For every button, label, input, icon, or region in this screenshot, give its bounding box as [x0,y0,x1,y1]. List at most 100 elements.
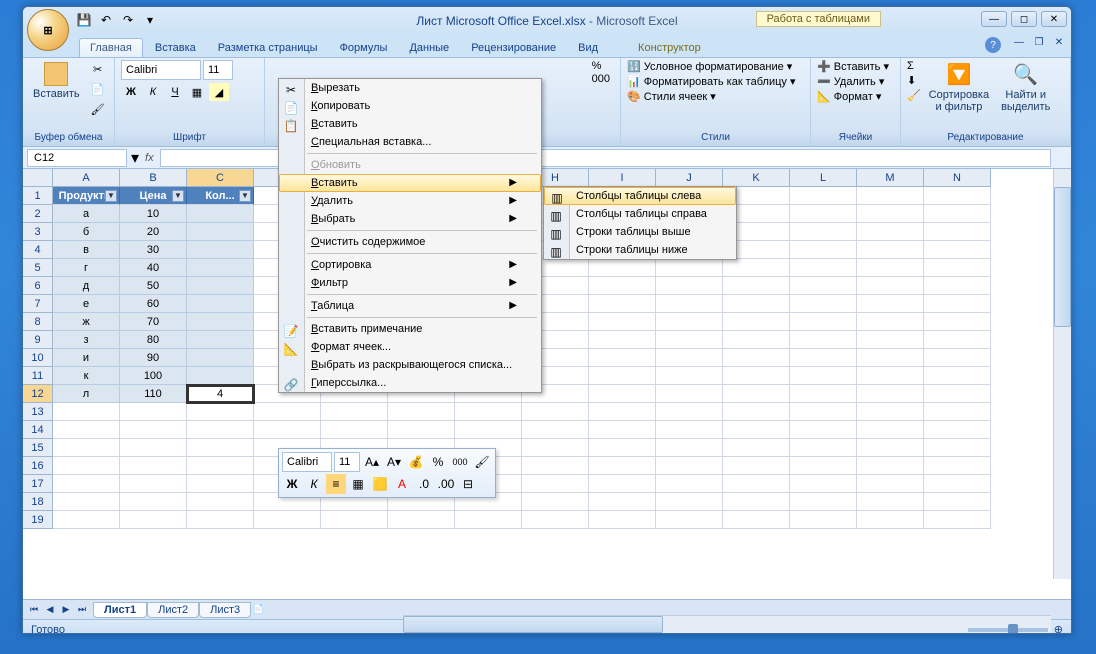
mini-merge[interactable]: ⊟ [458,474,478,494]
row-header-9[interactable]: 9 [23,331,53,349]
cell[interactable]: и [53,349,120,367]
undo-button[interactable]: ↶ [97,11,115,29]
new-sheet-button[interactable]: 📄 [251,603,265,617]
context-menu-item[interactable]: Удалить▶ [279,192,541,210]
qat-customize[interactable]: ▾ [141,11,159,29]
cell[interactable] [924,223,991,241]
cell[interactable] [656,349,723,367]
cell[interactable]: 20 [120,223,187,241]
row-header-6[interactable]: 6 [23,277,53,295]
cell[interactable] [924,475,991,493]
cell[interactable]: 80 [120,331,187,349]
cell[interactable] [455,511,522,529]
cell[interactable] [254,403,321,421]
cell[interactable] [187,403,254,421]
cell[interactable] [790,457,857,475]
cell[interactable]: 110 [120,385,187,403]
cell[interactable] [522,403,589,421]
cell[interactable] [53,475,120,493]
cell[interactable]: 100 [120,367,187,385]
cell[interactable] [589,331,656,349]
sheet-tab-3[interactable]: Лист3 [199,602,251,618]
mini-font-color[interactable]: A [392,474,412,494]
cell[interactable] [723,367,790,385]
cell[interactable]: л [53,385,120,403]
cell[interactable] [924,421,991,439]
cell[interactable] [321,403,388,421]
cell[interactable] [656,421,723,439]
cell[interactable] [924,457,991,475]
cell[interactable] [388,511,455,529]
context-menu-item[interactable]: Очистить содержимое [279,233,541,251]
vscroll-thumb[interactable] [1054,187,1071,327]
cell[interactable] [723,493,790,511]
comma-icon[interactable]: 000 [592,73,610,85]
sheet-tab-1[interactable]: Лист1 [93,602,147,618]
cell[interactable] [187,313,254,331]
sheet-nav-prev[interactable]: ◀ [43,603,57,617]
cell[interactable] [790,187,857,205]
cell[interactable] [187,493,254,511]
cell[interactable] [924,295,991,313]
cell[interactable] [857,385,924,403]
cell[interactable] [187,457,254,475]
cell[interactable]: 4 [187,385,254,403]
tab-design[interactable]: Конструктор [628,39,711,57]
row-header-1[interactable]: 1 [23,187,53,205]
autosum-button[interactable]: Σ [907,60,921,72]
cell[interactable] [589,511,656,529]
mini-italic[interactable]: К [304,474,324,494]
cell[interactable] [656,439,723,457]
sheet-tab-2[interactable]: Лист2 [147,602,199,618]
col-header-K[interactable]: K [723,169,790,187]
cell[interactable] [254,421,321,439]
cell[interactable] [723,277,790,295]
cell[interactable] [321,421,388,439]
cell[interactable]: е [53,295,120,313]
cell[interactable] [53,421,120,439]
context-menu-item[interactable]: Сортировка▶ [279,256,541,274]
sort-filter-button[interactable]: 🔽 Сортировка и фильтр [925,60,993,115]
col-header-A[interactable]: A [53,169,120,187]
submenu-item[interactable]: ▥Строки таблицы ниже [544,241,736,259]
percent-icon[interactable]: % [592,60,610,72]
cell[interactable] [924,385,991,403]
cell[interactable] [723,331,790,349]
col-header-I[interactable]: I [589,169,656,187]
cell[interactable] [589,259,656,277]
cell[interactable] [120,511,187,529]
mini-inc-decimal[interactable]: .00 [436,474,456,494]
cell[interactable]: д [53,277,120,295]
cell[interactable] [53,511,120,529]
cell[interactable] [857,259,924,277]
cell[interactable] [589,475,656,493]
cell[interactable] [187,367,254,385]
format-painter-button[interactable]: 🖌 [88,100,108,118]
row-header-17[interactable]: 17 [23,475,53,493]
col-header-M[interactable]: M [857,169,924,187]
conditional-format-button[interactable]: 🔢 Условное форматирование ▾ [627,60,804,73]
cell[interactable] [723,421,790,439]
tab-data[interactable]: Данные [399,39,459,57]
cell[interactable] [723,259,790,277]
cell[interactable] [589,367,656,385]
cell[interactable] [723,349,790,367]
cell[interactable] [522,421,589,439]
cell[interactable] [656,331,723,349]
cell[interactable] [723,457,790,475]
tab-page-layout[interactable]: Разметка страницы [208,39,328,57]
maximize-button[interactable]: ◻ [1011,11,1037,27]
cell[interactable] [388,421,455,439]
cell[interactable] [723,511,790,529]
cell[interactable] [857,241,924,259]
cell[interactable] [723,295,790,313]
horizontal-scrollbar[interactable] [403,615,1051,633]
cell[interactable] [53,439,120,457]
close-button[interactable]: ✕ [1041,11,1067,27]
cell[interactable]: 40 [120,259,187,277]
cell[interactable]: а [53,205,120,223]
context-menu-item[interactable]: 📝Вставить примечание [279,320,541,338]
cell[interactable] [656,259,723,277]
cell[interactable] [790,223,857,241]
cell[interactable]: 10 [120,205,187,223]
